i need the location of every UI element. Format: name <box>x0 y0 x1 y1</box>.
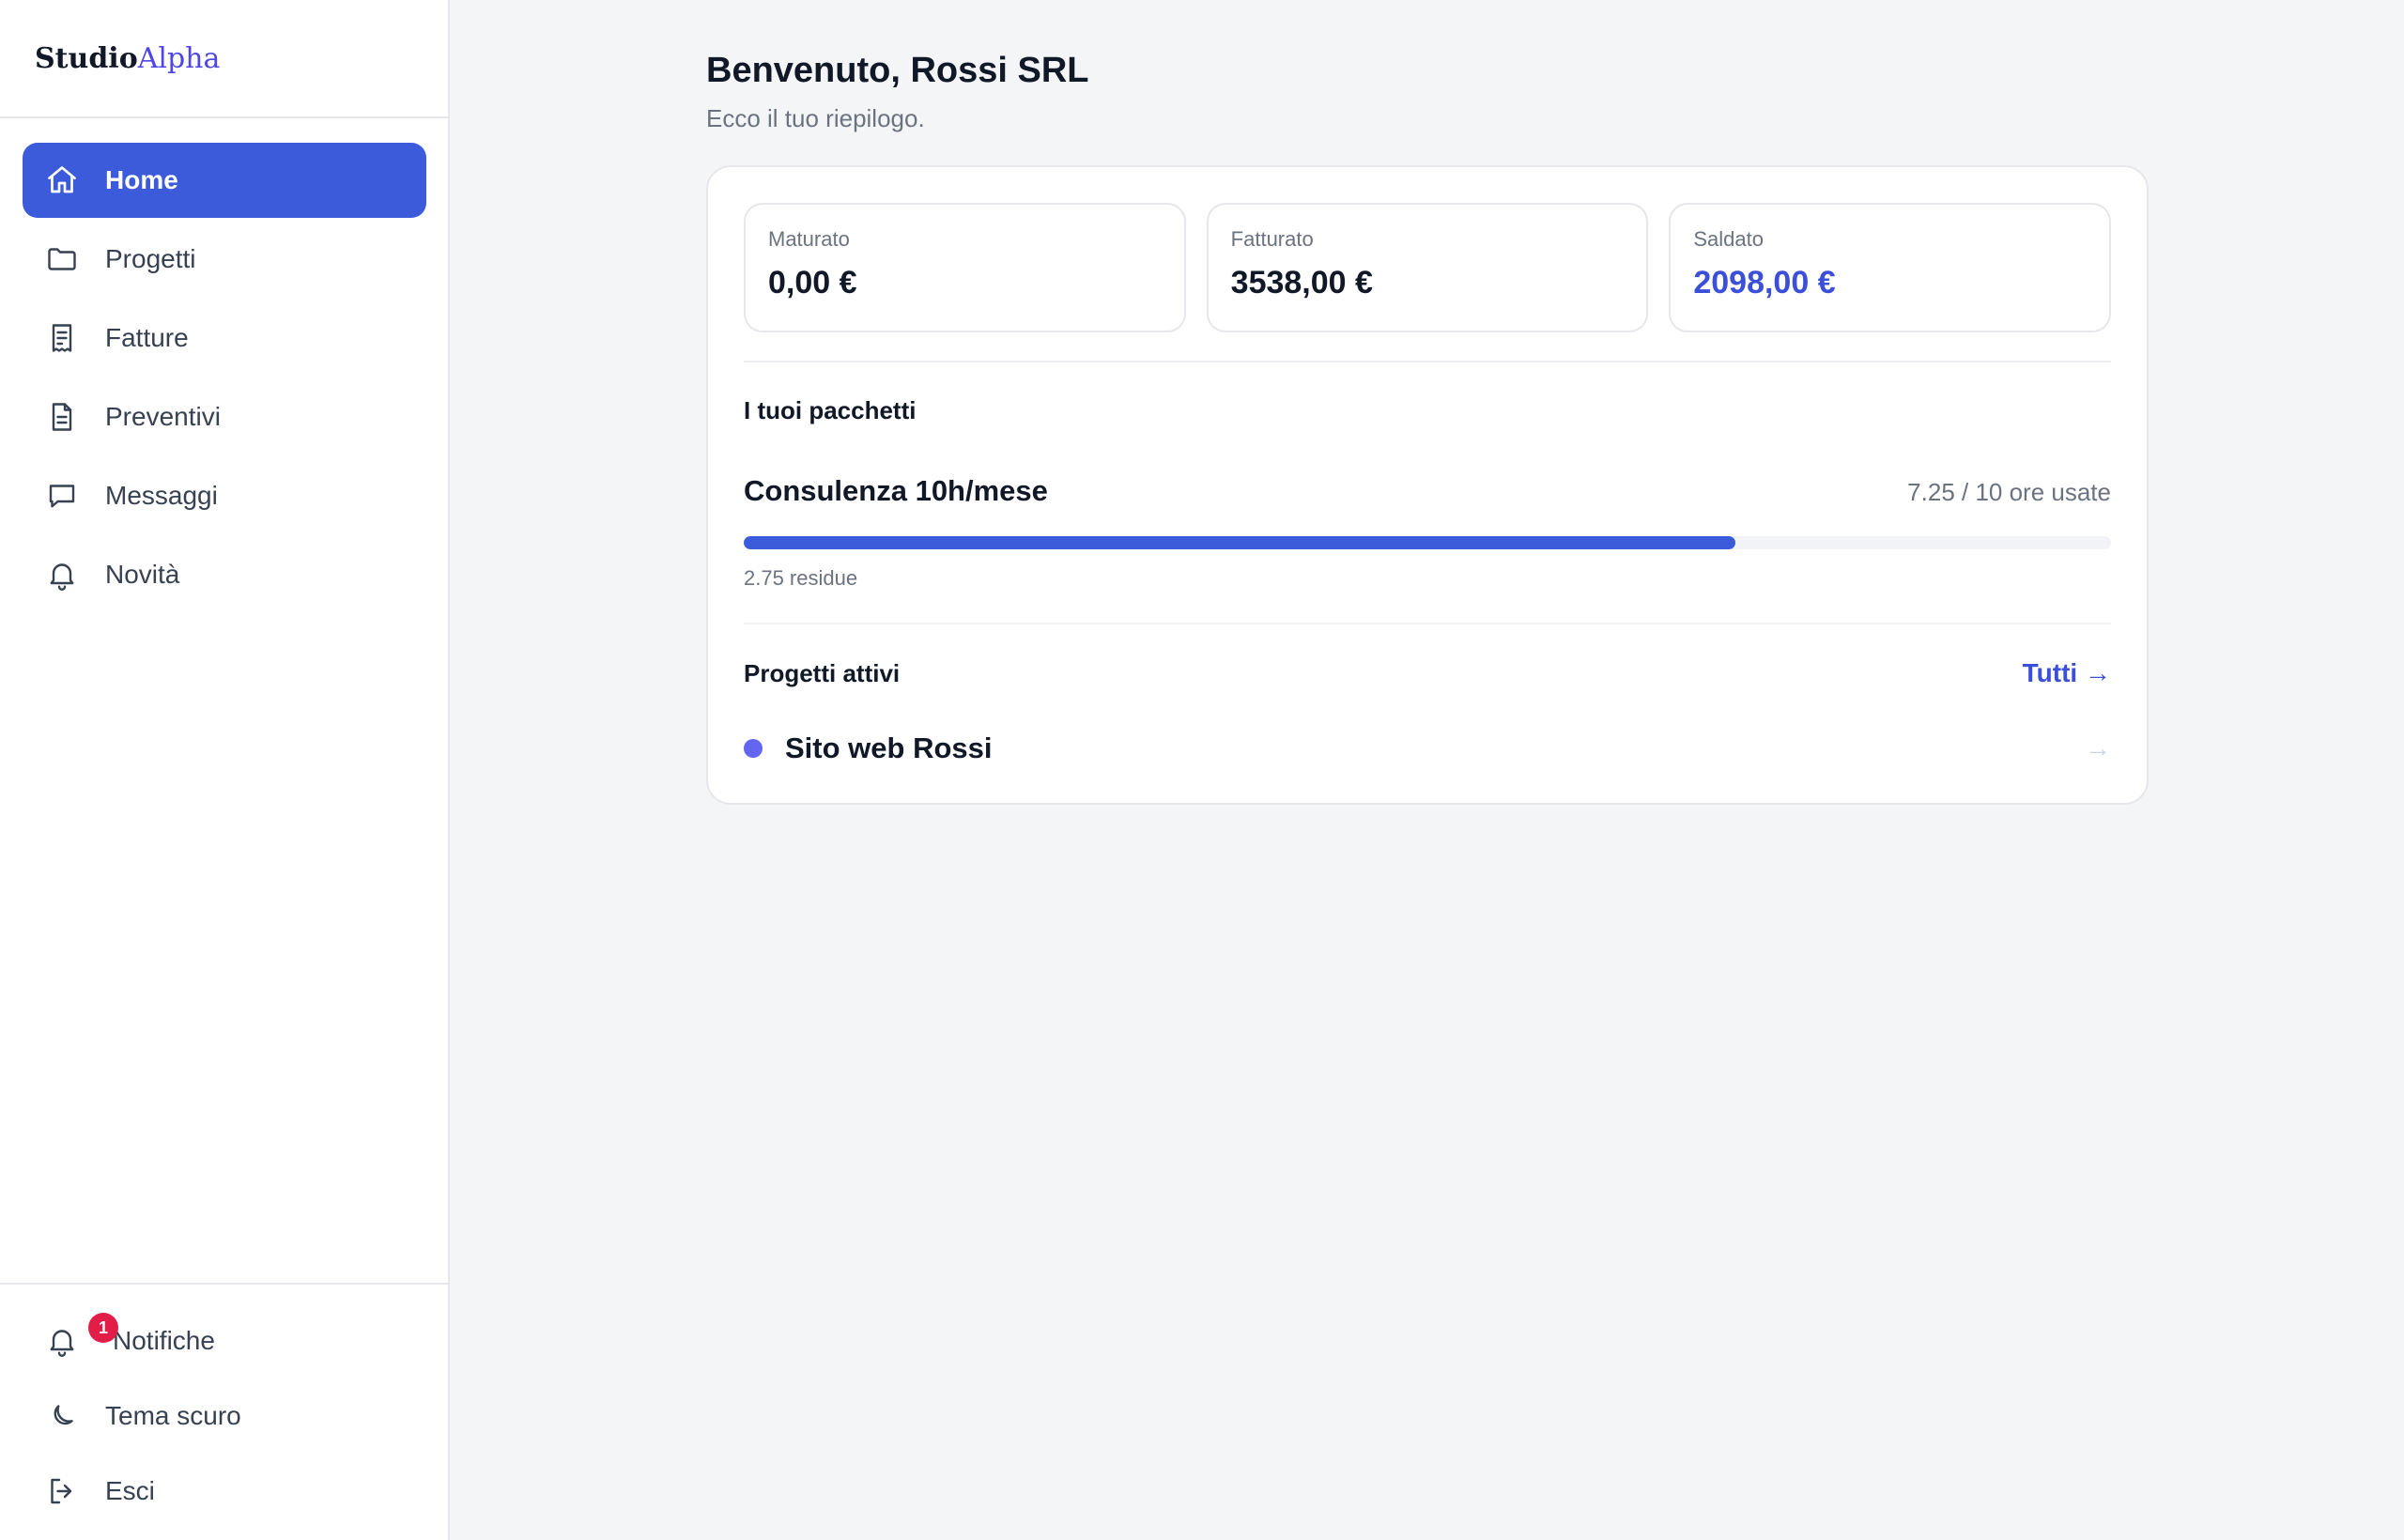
sidebar-item-label: Messaggi <box>105 481 218 510</box>
dark-theme-label: Tema scuro <box>105 1401 241 1430</box>
stat-value: 0,00 € <box>768 265 857 300</box>
logout-label: Esci <box>105 1476 155 1505</box>
page-subtitle: Ecco il tuo riepilogo. <box>706 104 925 132</box>
document-icon <box>52 403 72 431</box>
logout-icon <box>51 1478 72 1504</box>
stat-value: 2098,00 € <box>1693 265 1836 300</box>
stat-card-maturato: Maturato 0,00 € <box>744 203 1186 332</box>
sidebar-item-label: Novità <box>105 560 180 589</box>
sidebar-item-messaggi[interactable]: Messaggi <box>23 458 426 533</box>
notifications-label: Notifiche <box>113 1326 215 1355</box>
projects-section-title: Progetti attivi <box>744 658 901 687</box>
divider <box>744 361 2111 362</box>
brand-name-part1: Studio <box>35 41 138 75</box>
packages-section-title: I tuoi pacchetti <box>744 396 917 424</box>
sidebar-item-fatture[interactable]: Fatture <box>23 300 426 376</box>
logout-button[interactable]: Esci <box>23 1454 448 1529</box>
receipt-icon <box>52 324 72 352</box>
sidebar-item-novita[interactable]: Novità <box>23 537 426 612</box>
chat-icon <box>49 485 75 508</box>
package-item: Consulenza 10h/mese 7.25 / 10 ore usate … <box>744 474 2111 591</box>
main-content: Benvenuto, Rossi SRL Ecco il tuo riepilo… <box>706 51 2149 805</box>
package-progress-fill <box>744 536 1735 549</box>
stat-card-saldato: Saldato 2098,00 € <box>1669 203 2112 332</box>
sidebar-nav: Home Progetti Fatture Preventivi Messagg… <box>0 118 448 612</box>
home-icon <box>48 166 76 193</box>
sidebar-item-label: Preventivi <box>105 402 221 431</box>
stat-label: Maturato <box>768 227 850 251</box>
bell-icon <box>50 1330 74 1357</box>
arrow-right-icon[interactable]: → <box>2085 733 2111 763</box>
package-name: Consulenza 10h/mese <box>744 474 1048 507</box>
brand-name-part2: Alpha <box>137 41 221 75</box>
notification-count-badge: 1 <box>88 1313 118 1343</box>
stat-value: 3538,00 € <box>1230 265 1373 300</box>
summary-card: Maturato 0,00 € Fatturato 3538,00 € Sald… <box>706 165 2149 805</box>
dark-theme-toggle[interactable]: Tema scuro <box>23 1378 448 1454</box>
notifications-button[interactable]: 1 Notifiche <box>23 1303 448 1378</box>
page-title: Benvenuto, Rossi SRL <box>706 51 1089 90</box>
stats-row: Maturato 0,00 € Fatturato 3538,00 € Sald… <box>744 203 2112 332</box>
stat-card-fatturato: Fatturato 3538,00 € <box>1206 203 1649 332</box>
stat-label: Saldato <box>1693 227 1764 251</box>
projects-header: Progetti attivi Tutti → <box>744 658 2111 688</box>
package-remaining: 2.75 residue <box>744 566 858 590</box>
sidebar-item-label: Progetti <box>105 244 196 273</box>
brand-logo[interactable]: Studio Alpha <box>0 0 448 118</box>
stat-label: Fatturato <box>1230 227 1314 251</box>
bell-icon <box>50 563 74 591</box>
sidebar-item-preventivi[interactable]: Preventivi <box>23 379 426 454</box>
sidebar-item-home[interactable]: Home <box>23 143 426 218</box>
folder-icon <box>48 248 76 270</box>
project-status-dot <box>744 739 763 758</box>
package-usage: 7.25 / 10 ore usate <box>1907 478 2111 506</box>
package-progress-bar <box>744 536 2111 549</box>
sidebar-item-progetti[interactable]: Progetti <box>23 222 426 297</box>
sidebar: Studio Alpha Home Progetti Fatture Preven… <box>0 0 450 1540</box>
sidebar-item-label: Fatture <box>105 323 189 352</box>
divider <box>744 623 2111 624</box>
sidebar-footer: 1 Notifiche Tema scuro Esci <box>0 1283 448 1540</box>
view-all-projects-link[interactable]: Tutti → <box>2023 658 2111 688</box>
moon-icon <box>54 1405 73 1425</box>
sidebar-item-label: Home <box>105 165 178 194</box>
project-row[interactable]: Sito web Rossi → <box>744 732 2111 765</box>
project-name: Sito web Rossi <box>785 732 993 764</box>
